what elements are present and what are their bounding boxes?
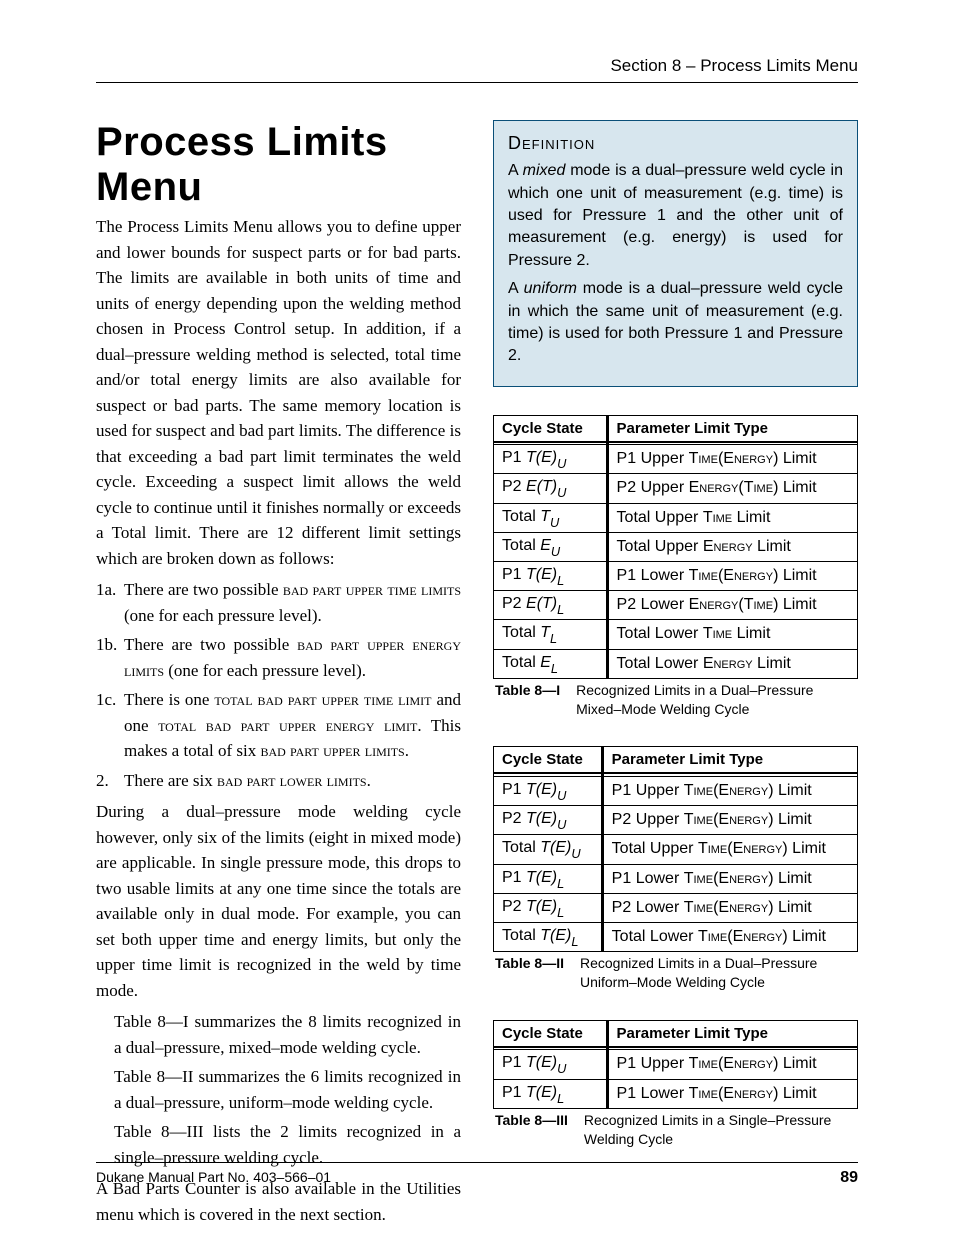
table-row: P1 T(E)UP1 Upper Time(Energy) Limit (494, 1050, 858, 1079)
table-8-iii: Cycle StateParameter Limit Type P1 T(E)UP… (493, 1020, 858, 1109)
table-row: P2 T(E)UP2 Upper Time(Energy) Limit (494, 806, 858, 835)
left-column: Process Limits Menu The Process Limits M… (96, 120, 461, 1151)
page-title: Process Limits Menu (96, 120, 461, 210)
right-column: Definition A mixed mode is a dual–pressu… (493, 120, 858, 1151)
table-row: P1 T(E)LP1 Lower Time(Energy) Limit (494, 864, 858, 893)
table-8-ii-wrap: Cycle StateParameter Limit TypeP1 T(E)UP… (493, 746, 858, 991)
footer-manual-id: Dukane Manual Part No. 403–566–01 (96, 1169, 331, 1187)
list-item: 1a.There are two possible bad part upper… (96, 577, 461, 628)
table-8-iii-wrap: Cycle StateParameter Limit Type P1 T(E)UP… (493, 1020, 858, 1149)
table-reference: Table 8—II summarizes the 6 limits recog… (96, 1064, 461, 1115)
table-caption: Table 8—IIRecognized Limits in a Dual–Pr… (493, 954, 858, 992)
mid-paragraph: During a dual–pressure mode welding cycl… (96, 799, 461, 1003)
table-8-i: Cycle StateParameter Limit Type P1 T(E)UP… (493, 415, 858, 679)
definition-mixed: A mixed mode is a dual–pressure weld cyc… (508, 160, 843, 272)
table-row: P1 T(E)LP1 Lower Time(Energy) Limit (494, 1079, 858, 1108)
col-cycle-state: Cycle State (494, 1020, 608, 1047)
table-8-ii: Cycle StateParameter Limit TypeP1 T(E)UP… (493, 746, 858, 952)
page-number: 89 (840, 1169, 858, 1187)
table-row: P2 E(T)UP2 Upper Energy(Time) Limit (494, 474, 858, 503)
table-8-i-wrap: Cycle StateParameter Limit Type P1 T(E)UP… (493, 415, 858, 719)
table-row: P1 T(E)UP1 Upper Time(Energy) Limit (494, 445, 858, 474)
definition-box: Definition A mixed mode is a dual–pressu… (493, 120, 858, 387)
definition-heading: Definition (508, 131, 843, 156)
table-row: P1 T(E)LP1 Lower Time(Energy) Limit (494, 561, 858, 590)
table-caption: Table 8—IIIRecognized Limits in a Single… (493, 1111, 858, 1149)
list-item: 2.There are six bad part lower limits. (96, 768, 461, 794)
table-row: Total TUTotal Upper Time Limit (494, 503, 858, 532)
col-param-limit-type: Parameter Limit Type (607, 1020, 857, 1047)
table-row: P1 T(E)UP1 Upper Time(Energy) Limit (494, 776, 858, 805)
col-param-limit-type: Parameter Limit Type (607, 415, 857, 442)
list-item: 1c.There is one total bad part upper tim… (96, 687, 461, 764)
running-head: Section 8 – Process Limits Menu (96, 56, 858, 83)
list-item: 1b.There are two possible bad part upper… (96, 632, 461, 683)
table-caption: Table 8—IRecognized Limits in a Dual–Pre… (493, 681, 858, 719)
col-cycle-state: Cycle State (494, 747, 603, 774)
table-row: Total T(E)UTotal Upper Time(Energy) Limi… (494, 835, 858, 864)
table-row: Total TLTotal Lower Time Limit (494, 620, 858, 649)
definition-uniform: A uniform mode is a dual–pressure weld c… (508, 278, 843, 368)
col-cycle-state: Cycle State (494, 415, 608, 442)
table-row: Total EUTotal Upper Energy Limit (494, 532, 858, 561)
intro-paragraph: The Process Limits Menu allows you to de… (96, 214, 461, 571)
table-reference: Table 8—I summarizes the 8 limits recogn… (96, 1009, 461, 1060)
table-row: P2 T(E)LP2 Lower Time(Energy) Limit (494, 893, 858, 922)
table-row: P2 E(T)LP2 Lower Energy(Time) Limit (494, 591, 858, 620)
table-row: Total T(E)LTotal Lower Time(Energy) Limi… (494, 922, 858, 951)
two-column-body: Process Limits Menu The Process Limits M… (96, 120, 858, 1151)
col-param-limit-type: Parameter Limit Type (602, 747, 857, 774)
table-row: Total ELTotal Lower Energy Limit (494, 649, 858, 678)
page-footer: Dukane Manual Part No. 403–566–01 89 (96, 1162, 858, 1187)
